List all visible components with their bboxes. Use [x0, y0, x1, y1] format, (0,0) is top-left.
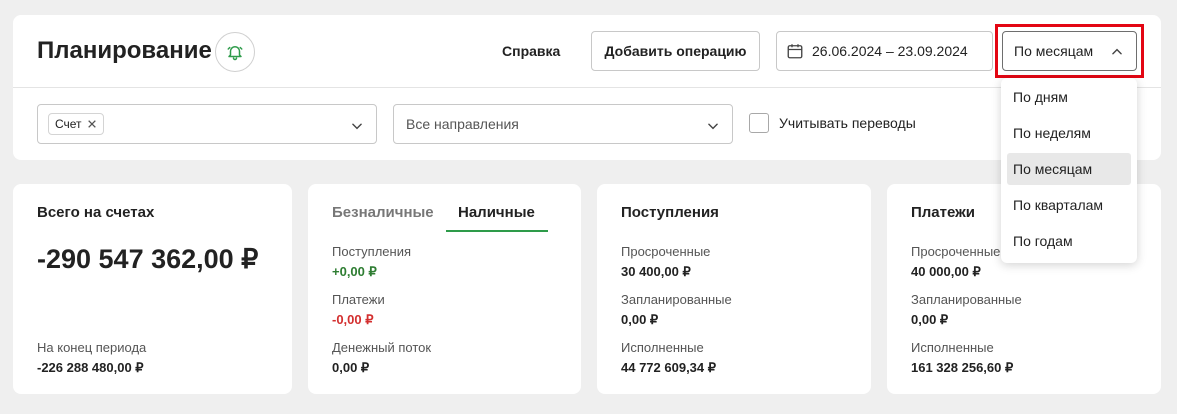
income-planned-value: 0,00 ₽	[621, 312, 659, 327]
cash-flow-value: 0,00 ₽	[332, 360, 370, 375]
payments-done-value: 161 328 256,60 ₽	[911, 360, 1014, 375]
cash-card: Безналичные Наличные Поступления +0,00 ₽…	[308, 184, 581, 394]
period-select[interactable]: По месяцам	[1002, 31, 1137, 71]
total-balance-title: Всего на счетах	[37, 204, 155, 221]
income-overdue-value: 30 400,00 ₽	[621, 264, 691, 279]
payments-planned-value: 0,00 ₽	[911, 312, 949, 327]
period-option-months[interactable]: По месяцам	[1007, 153, 1131, 185]
income-title: Поступления	[621, 204, 719, 221]
active-tab-indicator	[446, 230, 548, 232]
period-dropdown-menu: По дням По неделям По месяцам По квартал…	[1001, 78, 1137, 263]
income-planned-label: Запланированные	[621, 292, 732, 307]
chevron-up-icon	[1112, 48, 1122, 55]
cash-payments-label: Платежи	[332, 292, 385, 307]
total-balance-value: -290 547 362,00 ₽	[37, 244, 259, 274]
bell-icon	[227, 46, 243, 61]
account-select[interactable]: Счет	[37, 104, 377, 144]
period-select-value: По месяцам	[1014, 43, 1094, 59]
tab-cashless[interactable]: Безналичные	[332, 204, 434, 221]
payments-overdue-label: Просроченные	[911, 244, 1001, 259]
date-range-value: 26.06.2024 – 23.09.2024	[812, 43, 968, 59]
page-title: Планирование	[37, 37, 212, 64]
income-done-value: 44 772 609,34 ₽	[621, 360, 717, 375]
period-option-days[interactable]: По дням	[1007, 81, 1131, 113]
period-option-quarters[interactable]: По кварталам	[1007, 189, 1131, 221]
payments-title: Платежи	[911, 204, 975, 221]
add-operation-button[interactable]: Добавить операцию	[591, 31, 760, 71]
transfers-label: Учитывать переводы	[779, 115, 916, 131]
total-balance-card: Всего на счетах -290 547 362,00 ₽ На кон…	[13, 184, 292, 394]
account-chip: Счет	[48, 113, 104, 135]
period-option-years[interactable]: По годам	[1007, 225, 1131, 257]
transfers-checkbox[interactable]	[749, 113, 769, 133]
tab-cash[interactable]: Наличные	[458, 204, 535, 221]
transfers-checkbox-row[interactable]: Учитывать переводы	[749, 113, 916, 133]
income-done-label: Исполненные	[621, 340, 704, 355]
header-divider	[13, 87, 1161, 88]
calendar-icon	[787, 44, 803, 59]
cash-flow-label: Денежный поток	[332, 340, 432, 355]
date-range-picker[interactable]: 26.06.2024 – 23.09.2024	[776, 31, 993, 71]
direction-select-placeholder: Все направления	[406, 116, 519, 132]
close-icon[interactable]	[87, 119, 97, 129]
help-link[interactable]: Справка	[502, 43, 560, 59]
end-period-label: На конец периода	[37, 340, 147, 355]
chevron-down-icon	[708, 123, 718, 130]
income-card: Поступления Просроченные 30 400,00 ₽ Зап…	[597, 184, 871, 394]
cash-income-label: Поступления	[332, 244, 412, 259]
cash-payments-value: -0,00 ₽	[332, 312, 374, 327]
income-overdue-label: Просроченные	[621, 244, 711, 259]
direction-select[interactable]: Все направления	[393, 104, 733, 144]
notifications-button[interactable]	[215, 32, 255, 72]
planning-header-panel: Планирование Справка Добавить операцию 2…	[13, 15, 1161, 160]
payments-planned-label: Запланированные	[911, 292, 1022, 307]
payments-overdue-value: 40 000,00 ₽	[911, 264, 981, 279]
cash-income-value: +0,00 ₽	[332, 264, 377, 279]
account-chip-label: Счет	[55, 117, 82, 131]
payments-done-label: Исполненные	[911, 340, 994, 355]
end-period-value: -226 288 480,00 ₽	[37, 360, 144, 375]
chevron-down-icon	[352, 123, 362, 130]
period-option-weeks[interactable]: По неделям	[1007, 117, 1131, 149]
